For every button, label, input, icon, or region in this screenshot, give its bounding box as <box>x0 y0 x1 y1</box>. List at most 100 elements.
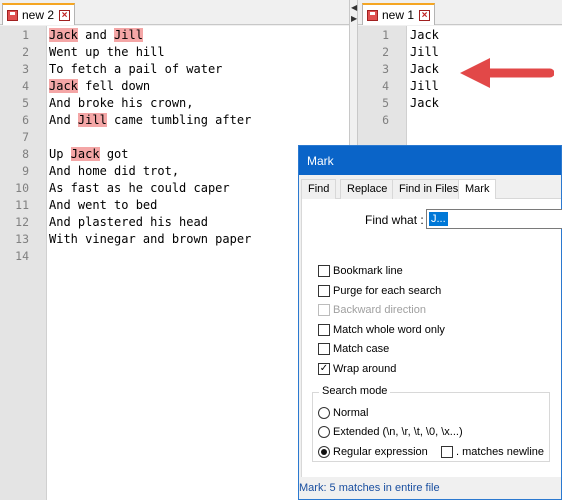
text-segment: Went up the hill <box>49 45 165 59</box>
line-text: Jill <box>410 79 439 93</box>
line-number: 4 <box>22 79 29 93</box>
radio-label: Regular expression <box>333 446 428 458</box>
editor-line[interactable]: 9 And home did trot, <box>0 163 349 180</box>
radio-label: Extended (\n, \r, \t, \0, \x...) <box>333 426 463 438</box>
line-text: And home did trot, <box>49 163 179 180</box>
line-text: To fetch a pail of water <box>49 61 222 78</box>
line-number: 3 <box>22 62 29 76</box>
line-text: And went to bed <box>49 197 157 214</box>
line-text: With vinegar and brown paper <box>49 231 251 248</box>
left-tab-bar: new 2 × <box>0 0 349 25</box>
text-segment: got <box>99 147 129 161</box>
line-number: 5 <box>22 96 29 110</box>
editor-line[interactable]: 10 As fast as he could caper <box>0 180 349 197</box>
line-number: 3 <box>382 62 389 76</box>
find-what-label: Find what : <box>365 213 424 227</box>
editor-line[interactable]: 6 And Jill came tumbling after <box>0 112 349 129</box>
radio-extended[interactable]: Extended (\n, \r, \t, \0, \x...) <box>318 426 463 438</box>
checkbox-label: Bookmark line <box>333 265 403 277</box>
mark-highlight: Jill <box>114 28 143 42</box>
editor-line[interactable]: 8 Up Jack got <box>0 146 349 163</box>
checkbox[interactable] <box>318 343 330 355</box>
checkbox[interactable] <box>441 446 453 458</box>
editor-line[interactable]: 12 And plastered his head <box>0 214 349 231</box>
tab-replace[interactable]: Replace <box>340 179 395 199</box>
matches-newline-checkbox[interactable]: . matches newline <box>441 446 544 458</box>
radio-normal[interactable]: Normal <box>318 407 368 419</box>
tab-find[interactable]: Find <box>301 179 337 199</box>
text-segment: As fast as he could caper <box>49 181 230 195</box>
editor-line[interactable]: 2 Went up the hill <box>0 44 349 61</box>
tab-new-1[interactable]: new 1 × <box>362 3 436 25</box>
close-icon[interactable]: × <box>59 9 71 21</box>
editor-line[interactable]: 1 Jack and Jill <box>0 27 349 44</box>
line-number: 7 <box>22 130 29 144</box>
arrow-right-icon[interactable]: ▶ <box>351 14 357 23</box>
checkbox[interactable] <box>318 265 330 277</box>
save-icon <box>7 9 18 21</box>
text-segment: With vinegar and brown paper <box>49 232 252 246</box>
editor-line[interactable]: 11 And went to bed <box>0 197 349 214</box>
checkbox <box>318 304 330 316</box>
line-number: 10 <box>15 181 29 195</box>
tab-mark[interactable]: Mark <box>458 179 497 200</box>
tab-new-2[interactable]: new 2 × <box>2 3 76 25</box>
checkbox[interactable] <box>318 323 330 336</box>
tab-label: new 1 <box>382 8 415 22</box>
tab-label: new 2 <box>22 8 55 22</box>
text-segment: And broke his crown, <box>49 96 194 110</box>
dialog-title[interactable]: Mark <box>299 146 561 175</box>
radio-button[interactable] <box>318 426 330 438</box>
line-number: 13 <box>15 232 29 246</box>
line-number: 6 <box>382 113 389 127</box>
checkbox-label: Match case <box>333 343 390 355</box>
search-mode-group: Search mode Normal Extended (\n, \r, \t,… <box>312 385 550 462</box>
editor-line[interactable]: 1 Jack <box>358 27 562 44</box>
left-editor[interactable]: 1 Jack and Jill 2 Went up the hill 3 To fetch… <box>0 26 349 500</box>
line-number: 2 <box>22 45 29 59</box>
line-text: And broke his crown, <box>49 95 194 112</box>
editor-line[interactable]: 14 <box>0 248 349 265</box>
line-number: 14 <box>15 249 29 263</box>
editor-line[interactable]: 13 With vinegar and brown paper <box>0 231 349 248</box>
editor-line[interactable]: 3 To fetch a pail of water <box>0 61 349 78</box>
line-text: Jack and Jill <box>49 27 143 44</box>
match-whole-word-checkbox[interactable]: Match whole word only <box>318 323 445 336</box>
text-segment: And plastered his head <box>49 215 208 229</box>
editor-line[interactable]: 7 <box>0 129 349 146</box>
text-segment: came tumbling after <box>106 113 252 127</box>
arrow-left-icon[interactable]: ◀ <box>351 3 357 12</box>
line-number: 2 <box>382 45 389 59</box>
checkbox[interactable]: ✓ <box>318 362 330 375</box>
checkbox-label: Backward direction <box>333 304 426 316</box>
find-what-value: J... <box>429 212 448 226</box>
purge-each-search-checkbox[interactable]: Purge for each search <box>318 284 442 297</box>
text-segment: fell down <box>77 79 151 93</box>
tab-find-in-files[interactable]: Find in Files <box>392 179 466 199</box>
checkbox-label: Purge for each search <box>333 284 442 297</box>
checkbox[interactable] <box>318 284 330 297</box>
editor-line[interactable]: 5 Jack <box>358 95 562 112</box>
editor-line[interactable]: 5 And broke his crown, <box>0 95 349 112</box>
radio-button[interactable] <box>318 407 330 419</box>
mark-highlight: Jack <box>49 28 78 42</box>
match-case-checkbox[interactable]: Match case <box>318 343 389 355</box>
mark-highlight: Jill <box>77 113 107 127</box>
editor-line[interactable]: 6 <box>358 112 562 129</box>
mark-dialog: Mark Find Replace Find in Files Mark Fin… <box>298 145 562 500</box>
text-segment: and <box>77 28 115 42</box>
line-text: Jack fell down <box>49 78 150 95</box>
text-segment: And home did trot, <box>49 164 180 178</box>
text-segment: And went to bed <box>49 198 158 212</box>
line-text: Jack <box>410 62 439 76</box>
radio-button[interactable] <box>318 446 330 458</box>
close-icon[interactable]: × <box>419 9 431 21</box>
wrap-around-checkbox[interactable]: ✓ Wrap around <box>318 362 396 375</box>
find-what-input[interactable]: J... <box>426 209 562 229</box>
radio-regex[interactable]: Regular expression <box>318 446 428 458</box>
line-text: And plastered his head <box>49 214 208 231</box>
mark-tab-body: Find what : J... Bookmark line Purge for … <box>301 199 562 499</box>
bookmark-line-checkbox[interactable]: Bookmark line <box>318 265 403 277</box>
line-number: 12 <box>15 215 29 229</box>
editor-line[interactable]: 4 Jack fell down <box>0 78 349 95</box>
